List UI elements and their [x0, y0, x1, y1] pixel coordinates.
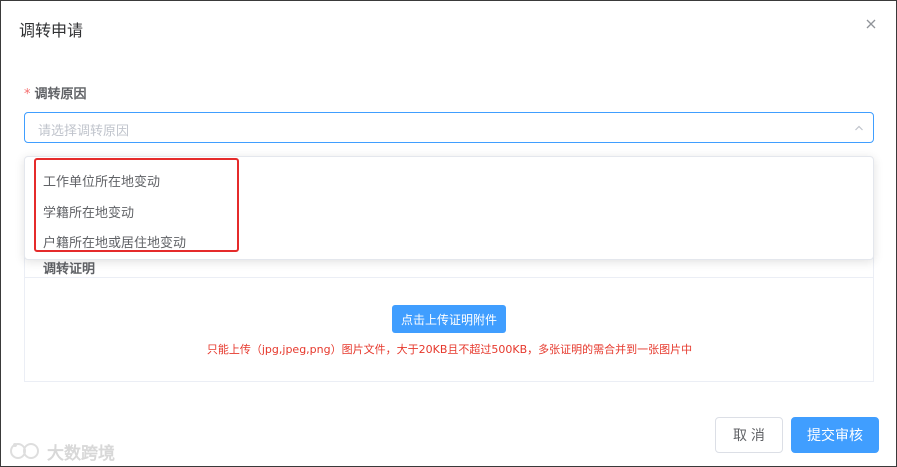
reason-label: * 调转原因 [24, 83, 87, 102]
proof-section-title: 调转证明 [43, 262, 96, 277]
reason-select-placeholder: 请选择调转原因 [38, 124, 130, 139]
required-mark: * [24, 87, 31, 102]
dropdown-option-household-location[interactable]: 户籍所在地或居住地变动 [43, 232, 186, 251]
close-icon[interactable] [864, 17, 878, 31]
transfer-application-dialog: 调转申请 * 调转原因 请选择调转原因 调转证明 点击上传证明附件 只能上传（jp… [0, 0, 897, 467]
watermark-text: 大数跨境 [47, 443, 115, 464]
dialog-title: 调转申请 [19, 21, 84, 40]
upload-proof-button[interactable]: 点击上传证明附件 [392, 305, 506, 333]
chevron-up-icon [855, 125, 863, 131]
reason-select[interactable]: 请选择调转原因 [24, 112, 874, 143]
dropdown-option-school-location[interactable]: 学籍所在地变动 [43, 202, 134, 221]
watermark-logo-icon [10, 443, 39, 459]
dropdown-option-work-location[interactable]: 工作单位所在地变动 [43, 171, 160, 190]
reason-dropdown-menu: 工作单位所在地变动 学籍所在地变动 户籍所在地或居住地变动 [24, 156, 874, 260]
upload-hint: 只能上传（jpg,jpeg,png）图片文件，大于20KB且不超过500KB，多… [206, 343, 693, 356]
reason-label-text: 调转原因 [34, 87, 87, 102]
watermark: 大数跨境 [9, 439, 115, 464]
cancel-button[interactable]: 取 消 [715, 417, 783, 453]
submit-review-button[interactable]: 提交审核 [791, 417, 879, 453]
